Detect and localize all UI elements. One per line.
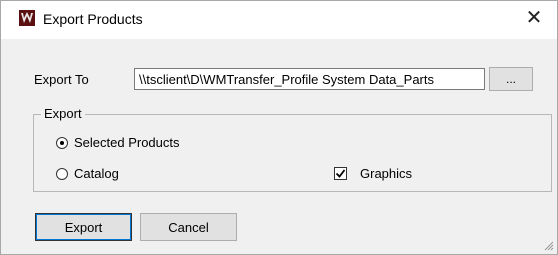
close-icon: ✕	[525, 7, 543, 29]
window-title: Export Products	[43, 11, 143, 27]
title-bar: Export Products ✕	[1, 1, 557, 39]
export-group-title: Export	[41, 106, 85, 122]
export-to-label: Export To	[34, 72, 89, 87]
app-logo-icon	[19, 10, 35, 26]
close-button[interactable]: ✕	[511, 1, 557, 34]
radio-dot	[60, 141, 64, 145]
selected-products-label: Selected Products	[74, 135, 180, 150]
resize-grip-icon[interactable]	[542, 239, 554, 251]
export-button[interactable]: Export	[35, 213, 132, 241]
catalog-label: Catalog	[74, 166, 119, 181]
checkmark-icon	[335, 169, 346, 178]
browse-button[interactable]: ...	[489, 67, 533, 91]
graphics-checkbox[interactable]	[334, 167, 347, 180]
cancel-button[interactable]: Cancel	[140, 213, 237, 241]
radio-button[interactable]	[56, 168, 68, 180]
graphics-label: Graphics	[360, 166, 413, 181]
export-products-dialog: Export Products ✕ Export To ... Export S…	[0, 0, 558, 255]
radio-button[interactable]	[56, 137, 68, 149]
export-path-input[interactable]	[134, 68, 485, 90]
